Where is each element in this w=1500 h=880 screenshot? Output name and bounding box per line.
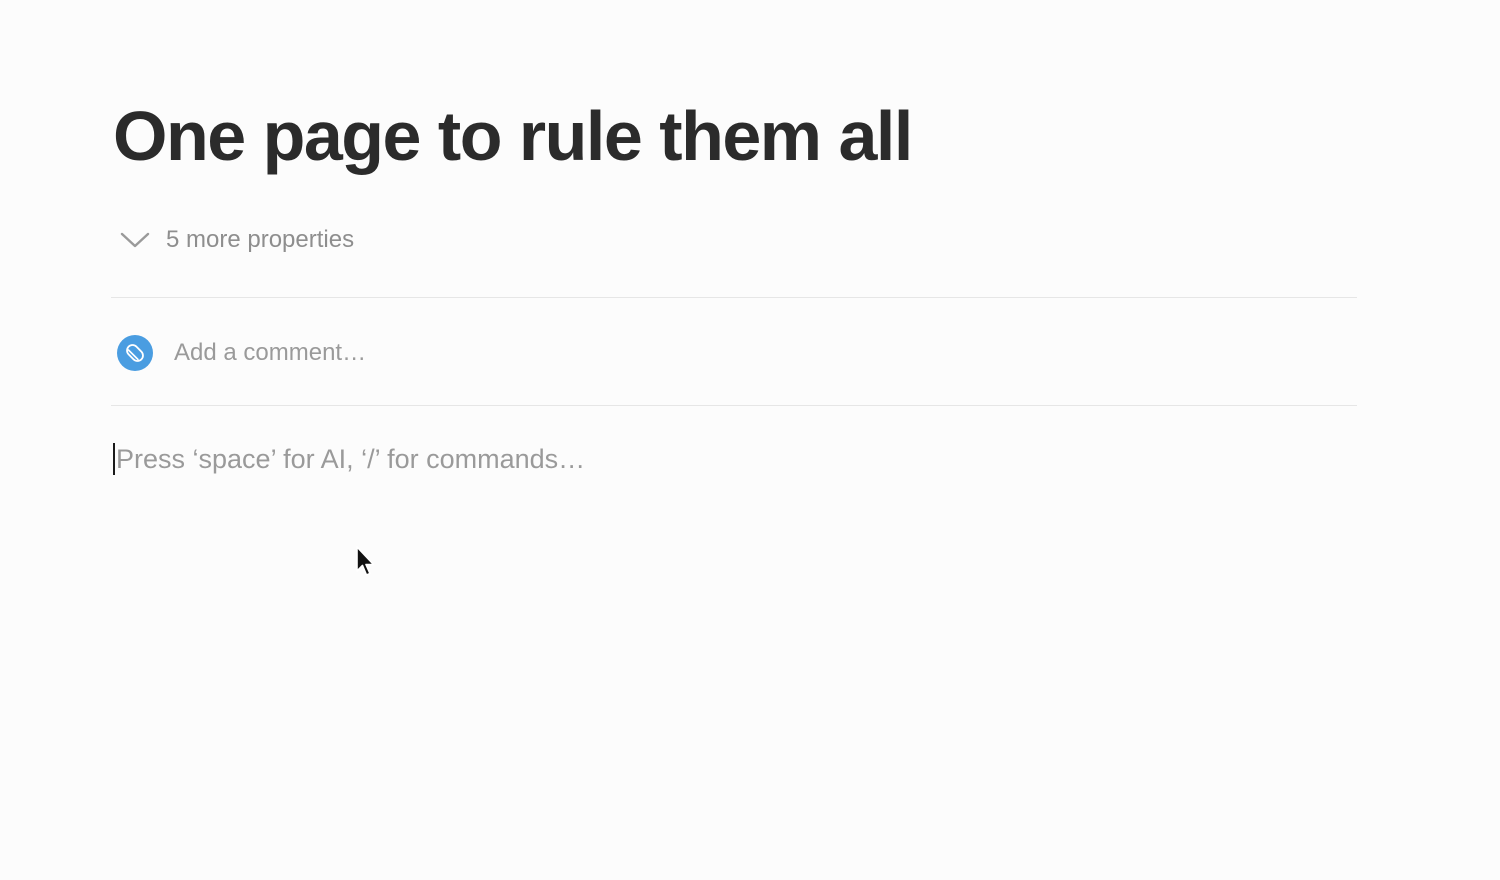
- workspace-logo-icon: [126, 344, 144, 362]
- mouse-pointer-icon: [356, 546, 375, 576]
- comment-row: [117, 334, 774, 372]
- divider: [111, 297, 1357, 298]
- more-properties-label: 5 more properties: [166, 226, 355, 253]
- more-properties-toggle[interactable]: 5 more properties: [118, 222, 354, 258]
- divider: [111, 405, 1357, 406]
- editor-placeholder: Press ‘space’ for AI, ‘/’ for commands…: [116, 443, 586, 474]
- avatar: [117, 335, 153, 371]
- chevron-down-icon: [120, 232, 150, 248]
- text-caret: [113, 443, 115, 475]
- page-title[interactable]: One page to rule them all: [113, 92, 913, 180]
- comment-input[interactable]: [174, 339, 774, 367]
- editor-block[interactable]: Press ‘space’ for AI, ‘/’ for commands…: [113, 440, 585, 478]
- notion-page: One page to rule them all 5 more propert…: [0, 0, 1500, 880]
